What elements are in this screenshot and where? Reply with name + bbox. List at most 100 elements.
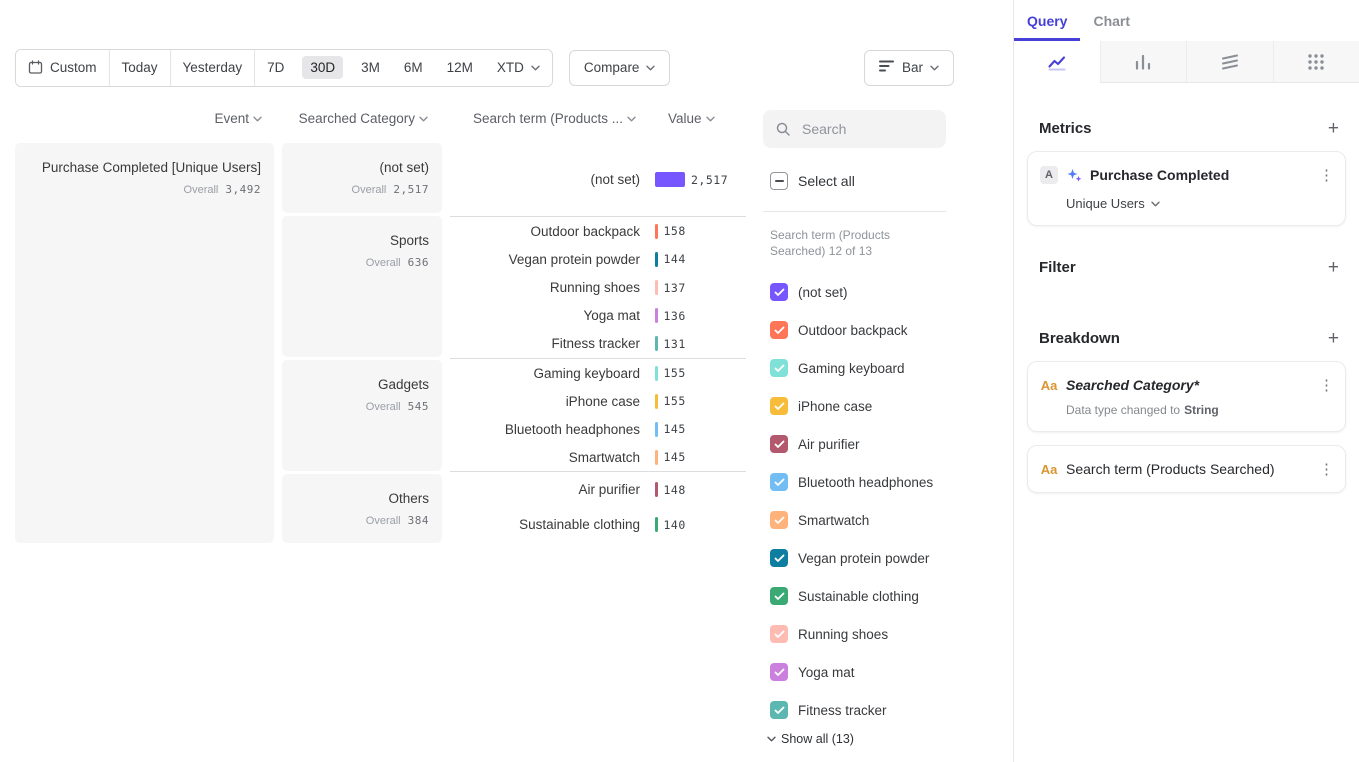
breakdown-menu-button[interactable] [1319,376,1333,394]
compare-button[interactable]: Compare [569,50,671,86]
add-metric-button[interactable] [1328,119,1339,138]
category-cell-others[interactable]: OthersOverall384 [282,474,442,543]
value-bar [655,336,658,351]
checkbox-checked[interactable] [770,283,788,301]
search-term-label: Yoga mat [450,308,640,323]
table-row-yoga-mat[interactable]: Yoga mat136 [450,302,746,330]
table-row-fitness-tracker[interactable]: Fitness tracker131 [450,330,746,358]
filter-item-label: Fitness tracker [798,703,887,718]
value-number: 144 [664,252,686,266]
column-header-searched-category[interactable]: Searched Category [282,111,442,126]
value-cell: 158 [655,224,686,239]
table-row-iphone-case[interactable]: iPhone case155 [450,387,746,415]
filter-item-vegan-protein-powder[interactable]: Vegan protein powder [770,539,1003,577]
table-row-bluetooth-headphones[interactable]: Bluetooth headphones 145 [450,415,746,443]
filter-item-outdoor-backpack[interactable]: Outdoor backpack [770,311,1003,349]
breakdown-card-search-term[interactable]: Aa Search term (Products Searched) [1027,445,1346,493]
category-cell-sports[interactable]: SportsOverall636 [282,216,442,357]
value-number: 145 [664,422,686,436]
checkbox-checked[interactable] [770,397,788,415]
column-header-value[interactable]: Value [640,111,756,126]
breakdown-card-searched-category[interactable]: Aa Searched Category* Data type changed … [1027,361,1346,432]
filter-item-smartwatch[interactable]: Smartwatch [770,501,1003,539]
sparkle-icon [1066,167,1082,183]
checkbox-checked[interactable] [770,473,788,491]
checkbox-checked[interactable] [770,511,788,529]
select-all-row[interactable]: Select all [770,172,855,190]
checkbox-checked[interactable] [770,701,788,719]
table-row-running-shoes[interactable]: Running shoes137 [450,273,746,301]
date-preset-6m[interactable]: 6M [392,50,435,86]
tab-flows[interactable] [1273,41,1359,83]
value-number: 140 [664,518,686,532]
string-property-icon: Aa [1040,462,1058,477]
table-row-vegan-protein-powder[interactable]: Vegan protein powder144 [450,245,746,273]
value-bar [655,280,658,295]
tab-insights[interactable] [1014,41,1100,83]
date-preset-custom[interactable]: Custom [16,50,110,86]
date-preset-12m[interactable]: 12M [435,50,485,86]
value-cell: 137 [655,280,686,295]
show-all-button[interactable]: Show all (13) [767,732,854,746]
checkbox-checked[interactable] [770,625,788,643]
column-header-event[interactable]: Event [15,111,274,126]
date-preset-label: 3M [361,60,380,75]
search-term-label: Bluetooth headphones [450,422,640,437]
value-bar [655,394,658,409]
event-cell[interactable]: Purchase Completed [Unique Users] Overal… [15,143,274,543]
date-preset-today[interactable]: Today [110,50,171,86]
table-row-outdoor-backpack[interactable]: Outdoor backpack158 [450,217,746,245]
metric-card[interactable]: A Purchase Completed Unique Users [1027,151,1346,226]
filter-item-gaming-keyboard[interactable]: Gaming keyboard [770,349,1003,387]
filter-item-iphone-case[interactable]: iPhone case [770,387,1003,425]
filter-item-running-shoes[interactable]: Running shoes [770,615,1003,653]
column-header-search-term[interactable]: Search term (Products ... [450,111,640,126]
date-preset-30d[interactable]: 30D [296,50,349,86]
checkbox-checked[interactable] [770,549,788,567]
checkbox-checked[interactable] [770,359,788,377]
tab-funnels[interactable] [1100,41,1187,83]
metric-menu-button[interactable] [1319,166,1333,184]
breakdown-menu-button[interactable] [1319,460,1333,478]
filter-item-air-purifier[interactable]: Air purifier [770,425,1003,463]
value-bar [655,482,658,497]
filter-item-yoga-mat[interactable]: Yoga mat [770,653,1003,691]
category-overall: Overall545 [282,397,429,415]
breakdown-note: Data type changed toString [1066,403,1333,417]
checkbox-checked[interactable] [770,587,788,605]
date-preset-yesterday[interactable]: Yesterday [171,50,256,86]
date-preset-xtd[interactable]: XTD [485,50,552,86]
filter-item-fitness-tracker[interactable]: Fitness tracker [770,691,1003,729]
add-filter-button[interactable] [1328,258,1339,277]
table-row-air-purifier[interactable]: Air purifier148 [450,472,746,507]
value-cell: 145 [655,422,686,437]
tab-query[interactable]: Query [1014,0,1080,41]
category-cell-gadgets[interactable]: GadgetsOverall545 [282,360,442,471]
date-preset-label: Yesterday [183,60,243,75]
filter-item-not-set[interactable]: (not set) [770,273,1003,311]
table-row-gaming-keyboard[interactable]: Gaming keyboard155 [450,359,746,387]
checkbox-checked[interactable] [770,321,788,339]
tab-retention[interactable] [1186,41,1273,83]
search-input[interactable] [800,120,934,138]
filter-item-bluetooth-headphones[interactable]: Bluetooth headphones [770,463,1003,501]
select-all-checkbox[interactable] [770,172,788,190]
date-preset-3m[interactable]: 3M [349,50,392,86]
row-group-others: Air purifier148Sustainable clothing140 [450,471,746,542]
tab-chart[interactable]: Chart [1080,0,1143,41]
checkbox-checked[interactable] [770,435,788,453]
checkbox-checked[interactable] [770,663,788,681]
overall-value: 636 [408,256,429,269]
breakdown-name: Searched Category* [1066,377,1311,393]
category-overall: Overall384 [282,511,429,529]
date-preset-7d[interactable]: 7D [255,50,296,86]
add-breakdown-button[interactable] [1328,329,1339,348]
category-cell-not-set[interactable]: (not set)Overall2,517 [282,143,442,213]
table-row-smartwatch[interactable]: Smartwatch145 [450,443,746,471]
filter-item-sustainable-clothing[interactable]: Sustainable clothing [770,577,1003,615]
table-row-not-set[interactable]: (not set)2,517 [450,143,746,216]
table-row-sustainable-clothing[interactable]: Sustainable clothing140 [450,507,746,542]
value-number: 145 [664,450,686,464]
value-number: 2,517 [691,173,728,187]
measurement-dropdown[interactable]: Unique Users [1066,196,1333,211]
